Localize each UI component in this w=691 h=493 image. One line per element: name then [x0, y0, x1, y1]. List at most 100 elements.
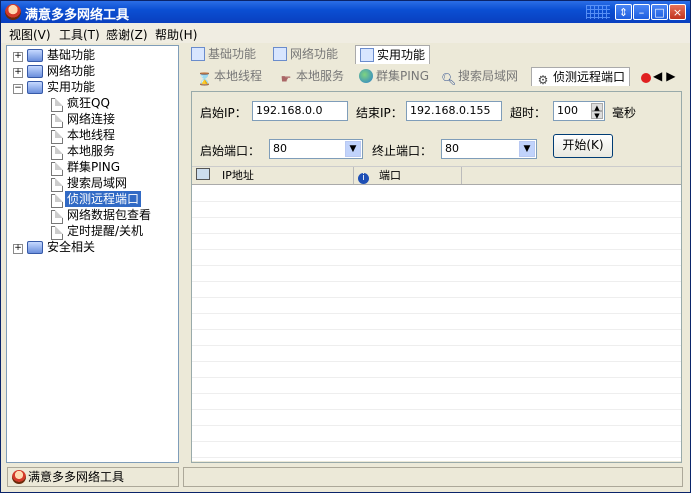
menu-tools[interactable]: 工具(T): [59, 26, 100, 43]
arrow-right-icon[interactable]: ▶: [666, 69, 675, 83]
tree-node-utility[interactable]: 实用功能: [47, 79, 95, 95]
tree-node-local-services[interactable]: 本地服务: [67, 143, 115, 159]
tab-local-threads[interactable]: ⌛ 本地线程: [197, 67, 262, 86]
tab-search-lan[interactable]: 🔍︎ 搜索局域网: [441, 67, 519, 86]
maximize-button[interactable]: □: [651, 4, 668, 20]
timeout-spinbox[interactable]: 100 ▲ ▼: [553, 101, 605, 121]
tree-node-basic[interactable]: 基础功能: [47, 47, 95, 63]
column-port-label: 端口: [379, 169, 401, 182]
info-icon: i: [358, 173, 369, 184]
expand-icon[interactable]: +: [13, 52, 23, 62]
document-icon: [51, 162, 63, 176]
table-row[interactable]: [192, 409, 681, 426]
start-ip-input[interactable]: 192.168.0.0: [252, 101, 348, 121]
app-icon: [12, 470, 26, 484]
table-row[interactable]: [192, 217, 681, 234]
table-row[interactable]: [192, 249, 681, 266]
restore-icon[interactable]: ⇕: [615, 4, 632, 20]
tab-network[interactable]: 网络功能: [273, 45, 338, 63]
result-list[interactable]: IP地址 i 端口: [192, 166, 681, 461]
table-row[interactable]: [192, 281, 681, 298]
column-ip[interactable]: IP地址: [192, 167, 354, 184]
folder-icon: [27, 49, 43, 62]
tab-scroll-controls[interactable]: ◀ ▶: [641, 67, 675, 85]
hourglass-icon: ⌛: [197, 72, 212, 86]
tab-label: 搜索局域网: [458, 69, 519, 83]
start-button[interactable]: 开始(K): [553, 134, 613, 158]
table-row[interactable]: [192, 441, 681, 458]
start-port-select[interactable]: 80 ▼: [269, 139, 363, 159]
table-row[interactable]: [192, 265, 681, 282]
remote-port-panel: 启始IP： 192.168.0.0 结束IP： 192.168.0.155 超时…: [191, 91, 682, 463]
tree-node-cluster-ping[interactable]: 群集PING: [67, 159, 120, 175]
tab-label: 本地服务: [296, 69, 345, 83]
table-row[interactable]: [192, 233, 681, 250]
tab-label: 侦测远程端口: [553, 70, 626, 84]
status-text: 满意多多网络工具: [28, 470, 125, 484]
document-icon: [51, 226, 63, 240]
network-probe-icon: ⚙: [537, 73, 549, 87]
table-row[interactable]: [192, 393, 681, 410]
status-bar: 满意多多网络工具: [1, 465, 690, 492]
tab-local-services[interactable]: ☛ 本地服务: [279, 67, 345, 86]
table-row[interactable]: [192, 297, 681, 314]
document-icon: [51, 194, 63, 208]
table-row[interactable]: [192, 313, 681, 330]
tab-label: 网络功能: [290, 47, 339, 61]
tree-node-packet-viewer[interactable]: 网络数据包查看: [67, 207, 151, 223]
menu-thanks[interactable]: 感谢(Z): [106, 26, 148, 43]
tree-node-timer-shutdown[interactable]: 定时提醒/关机: [67, 223, 143, 239]
spinner-arrows-icon[interactable]: ▲ ▼: [591, 103, 603, 120]
hand-icon: ☛: [280, 72, 292, 86]
table-row[interactable]: [192, 425, 681, 442]
menu-bar: 视图(V) 工具(T) 感谢(Z) 帮助(H): [1, 23, 690, 43]
chevron-down-icon[interactable]: ▼: [519, 141, 535, 157]
tab-label: 实用功能: [377, 48, 426, 62]
expand-icon[interactable]: +: [13, 244, 23, 254]
table-row[interactable]: [192, 345, 681, 362]
close-button[interactable]: ×: [669, 4, 686, 20]
document-icon: [51, 146, 63, 160]
tree-node-network[interactable]: 网络功能: [47, 63, 95, 79]
chevron-down-icon[interactable]: ▼: [345, 141, 361, 157]
start-ip-label: 启始IP：: [200, 106, 247, 120]
document-icon: [51, 210, 63, 224]
tab-remote-port[interactable]: ⚙ 侦测远程端口: [531, 67, 631, 87]
document-icon: [51, 98, 63, 112]
titlebar-decoration-icon: [586, 5, 610, 19]
document-icon: [51, 130, 63, 144]
end-ip-input[interactable]: 192.168.0.155: [406, 101, 502, 121]
list-header: IP地址 i 端口: [192, 167, 681, 185]
tab-cluster-ping[interactable]: 群集PING: [359, 67, 429, 85]
feature-tree: + 基础功能 + 网络功能 − 实用功能 疯狂QQ 网络连接 本地线程 本地服务…: [6, 45, 179, 463]
app-window: 满意多多网络工具 ⇕ – □ × 视图(V) 工具(T) 感谢(Z) 帮助(H)…: [0, 0, 691, 493]
tree-node-search-lan[interactable]: 搜索局域网: [67, 175, 127, 191]
start-port-label: 启始端口：: [200, 144, 261, 158]
tree-node-security[interactable]: 安全相关: [47, 239, 95, 255]
tab-basic[interactable]: 基础功能: [191, 45, 256, 63]
folder-icon: [27, 241, 43, 254]
collapse-icon[interactable]: −: [13, 84, 23, 94]
menu-help[interactable]: 帮助(H): [155, 26, 197, 43]
tree-node-crazy-qq[interactable]: 疯狂QQ: [67, 95, 110, 111]
end-ip-label: 结束IP：: [356, 106, 403, 120]
table-row[interactable]: [192, 201, 681, 218]
tab-icon: [360, 48, 374, 62]
tree-node-connections[interactable]: 网络连接: [67, 111, 115, 127]
column-port[interactable]: i 端口: [354, 167, 462, 184]
tab-utility[interactable]: 实用功能: [355, 45, 431, 64]
menu-view[interactable]: 视图(V): [9, 26, 51, 43]
expand-icon[interactable]: +: [13, 68, 23, 78]
table-row[interactable]: [192, 329, 681, 346]
minimize-button[interactable]: –: [633, 4, 650, 20]
timeout-unit: 毫秒: [612, 106, 637, 120]
end-port-select[interactable]: 80 ▼: [441, 139, 537, 159]
table-row[interactable]: [192, 377, 681, 394]
arrow-left-icon[interactable]: ◀: [653, 69, 662, 83]
tab-icon: [273, 47, 287, 61]
table-row[interactable]: [192, 361, 681, 378]
table-row[interactable]: [192, 185, 681, 202]
tree-node-local-threads[interactable]: 本地线程: [67, 127, 115, 143]
tree-node-remote-port[interactable]: 侦测远程端口: [65, 191, 142, 207]
title-bar[interactable]: 满意多多网络工具 ⇕ – □ ×: [1, 1, 690, 23]
